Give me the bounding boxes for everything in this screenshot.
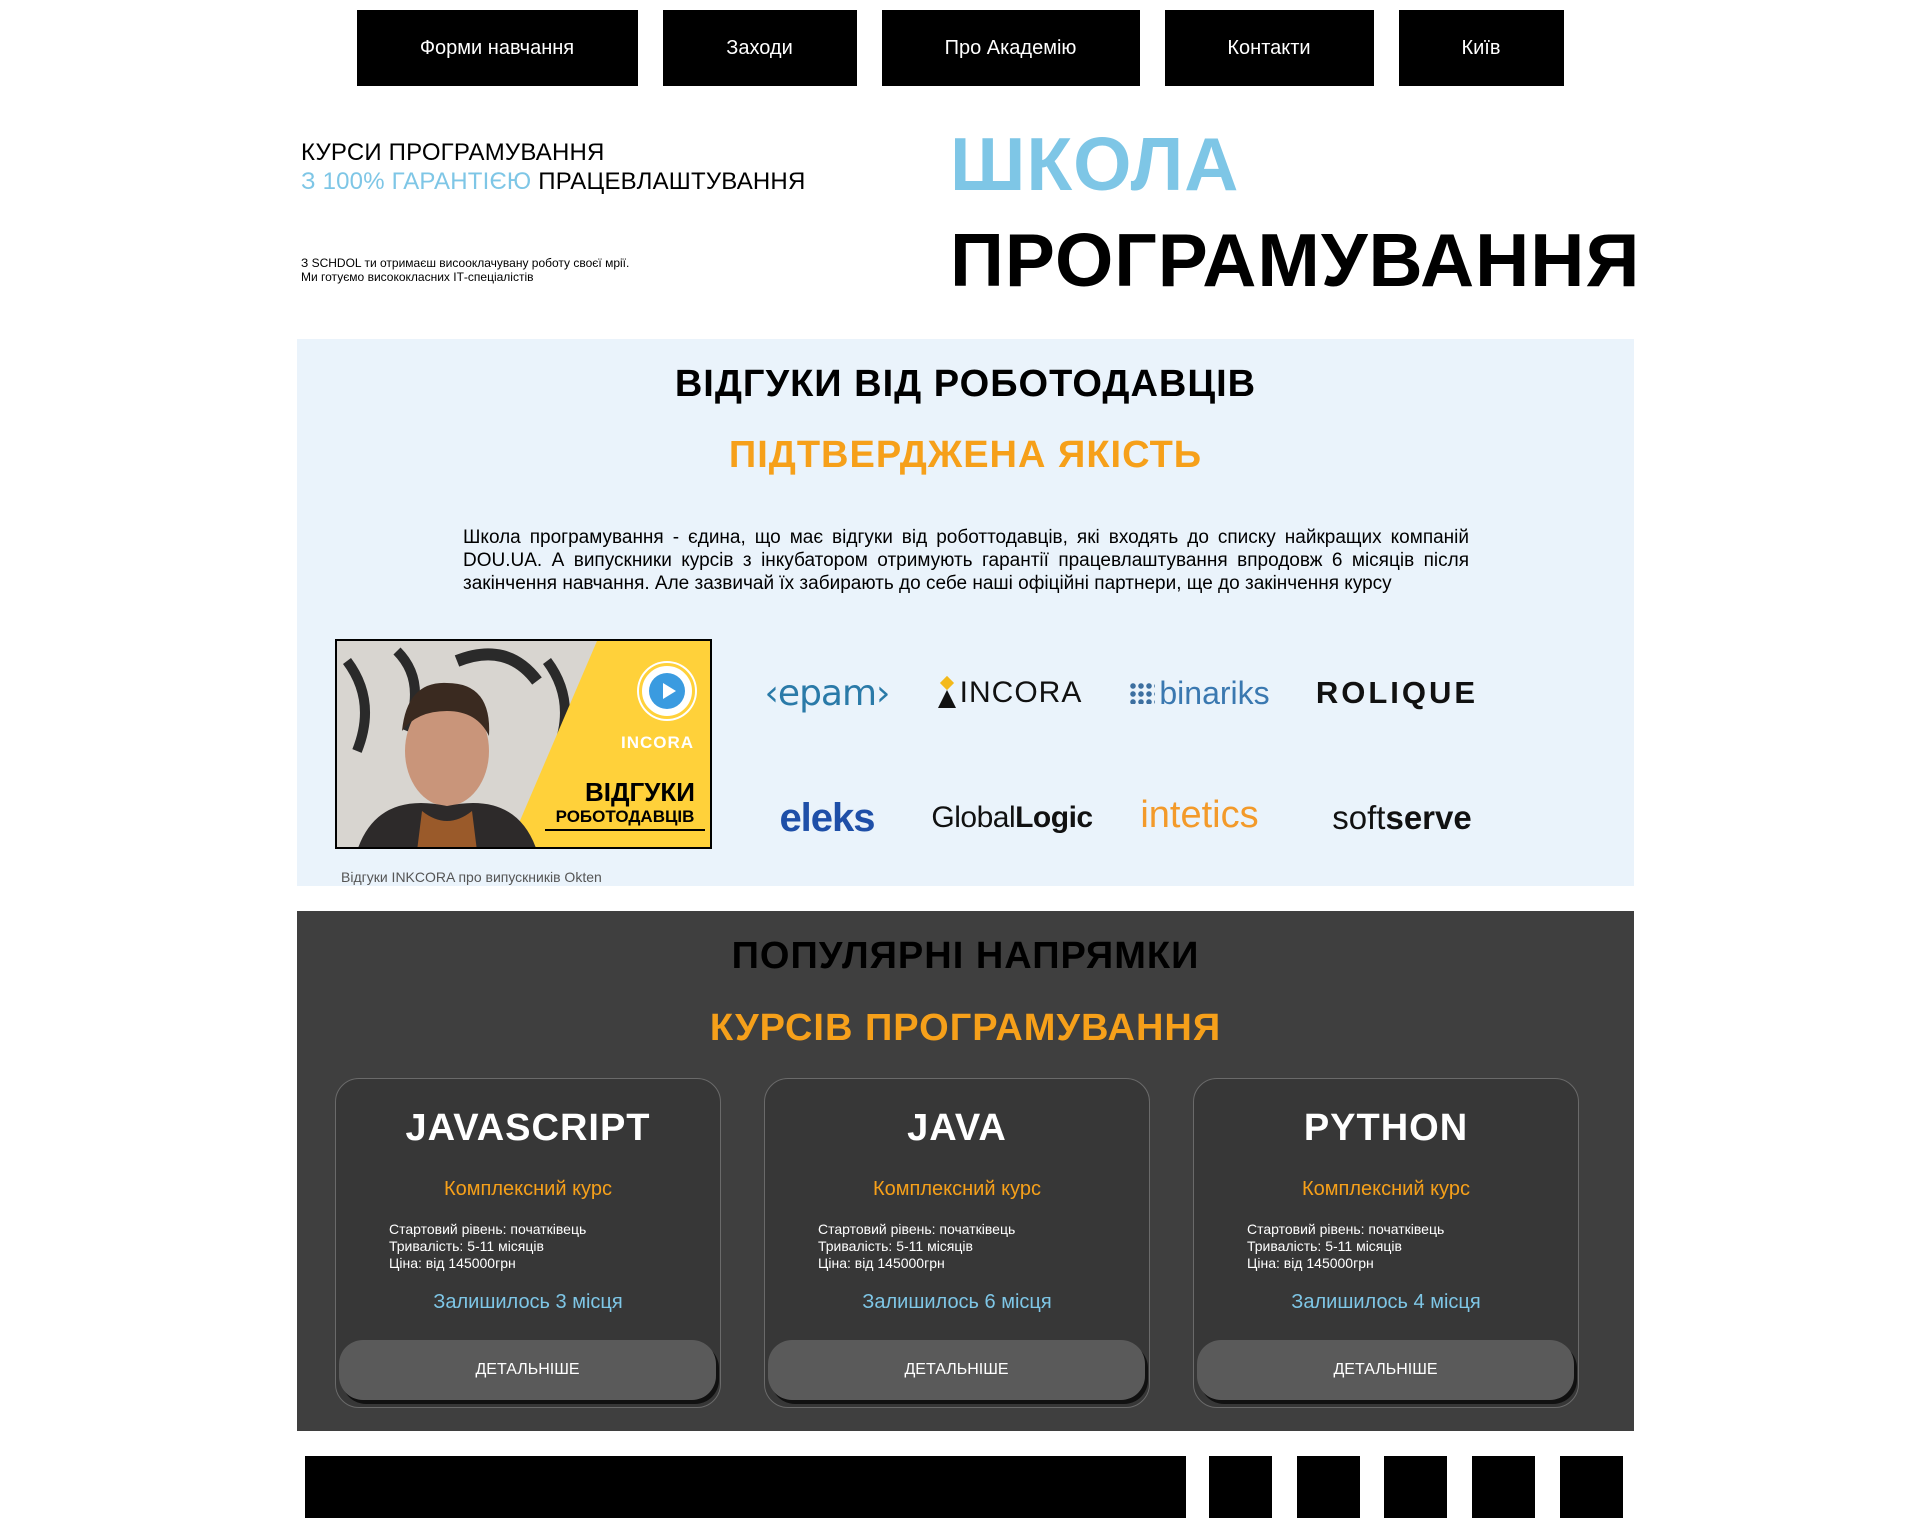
course-name: JAVASCRIPT: [405, 1107, 651, 1149]
footer-block-5[interactable]: [1560, 1456, 1623, 1518]
details-button[interactable]: ДЕТАЛЬНІШЕ: [1197, 1340, 1574, 1400]
course-duration: Тривалість: 5-11 місяців: [1247, 1238, 1402, 1254]
course-price: Ціна: від 145000грн: [1247, 1255, 1374, 1271]
nav-item-about[interactable]: Про Академію: [881, 10, 1140, 86]
hero-description-2: Ми готуємо висококласних ІТ-спеціалістів: [301, 270, 534, 284]
play-icon[interactable]: [639, 663, 695, 719]
course-type: Комплексний курс: [1302, 1178, 1470, 1200]
logo-eleks: eleks: [779, 795, 875, 840]
hero-employment: ПРАЦЕВЛАШТУВАННЯ: [531, 168, 806, 195]
top-nav: Форми навчання Заходи Про Академію Конта…: [0, 10, 1920, 86]
popular-courses-section: ПОПУЛЯРНІ НАПРЯМКИ КУРСІВ ПРОГРАМУВАННЯ …: [297, 911, 1634, 1431]
course-info: Стартовий рівень: початківець Тривалість…: [389, 1221, 586, 1272]
course-level: Стартовий рівень: початківець: [1247, 1221, 1445, 1237]
footer-block-main: [305, 1456, 1186, 1518]
course-card-javascript: JAVASCRIPT Комплексний курс Стартовий рі…: [335, 1078, 721, 1408]
employer-reviews-section: ВІДГУКИ ВІД РОБОТОДАВЦІВ ПІДТВЕРДЖЕНА ЯК…: [297, 339, 1634, 886]
course-name: JAVA: [907, 1107, 1007, 1149]
footer-block-3[interactable]: [1384, 1456, 1447, 1518]
footer-bar: [0, 1456, 1920, 1518]
logo-softserve: softserve: [1332, 799, 1472, 836]
incora-mark-icon: [936, 675, 958, 708]
logo-binariks: binariks: [1112, 663, 1287, 723]
footer-block-1[interactable]: [1209, 1456, 1272, 1518]
hero-description: З SCHDOL ти отримаєш висооклачувану робо…: [301, 256, 629, 284]
course-seats: Залишилось 3 місця: [433, 1291, 623, 1313]
course-duration: Тривалість: 5-11 місяців: [389, 1238, 544, 1254]
courses-title: ПОПУЛЯРНІ НАПРЯМКИ: [731, 935, 1200, 977]
course-type: Комплексний курс: [444, 1178, 612, 1200]
hero-line-2: З 100% ГАРАНТІЄЮ ПРАЦЕВЛАШТУВАННЯ: [301, 167, 806, 196]
footer-block-2[interactable]: [1297, 1456, 1360, 1518]
courses-subtitle: КУРСІВ ПРОГРАМУВАННЯ: [709, 1007, 1222, 1049]
nav-item-forms[interactable]: Форми навчання: [356, 10, 638, 86]
hero-line-1: КУРСИ ПРОГРАМУВАННЯ: [301, 139, 605, 166]
logo-rolique: ROLIQUE: [1315, 675, 1479, 710]
nav-item-city[interactable]: Київ: [1398, 10, 1564, 86]
partner-logos: ‹epam› INCORA binariks ROLIQUE eleks Glo…: [737, 649, 1617, 849]
course-duration: Тривалість: 5-11 місяців: [818, 1238, 973, 1254]
reviews-title: ВІДГУКИ ВІД РОБОТОДАВЦІВ: [674, 363, 1257, 405]
video-caption: Відгуки INKCORA про випускників Okten: [341, 869, 602, 885]
course-info: Стартовий рівень: початківець Тривалість…: [818, 1221, 1015, 1272]
course-seats: Залишилось 4 місця: [1291, 1291, 1481, 1313]
logo-epam: ‹epam›: [764, 672, 891, 714]
hero-guarantee: З 100% ГАРАНТІЄЮ: [301, 168, 532, 195]
course-card-java: JAVA Комплексний курс Стартовий рівень: …: [764, 1078, 1150, 1408]
hero-title-school: ШКОЛА: [950, 122, 1240, 206]
course-card-python: PYTHON Комплексний курс Стартовий рівень…: [1193, 1078, 1579, 1408]
logo-intetics: intetics: [1140, 793, 1259, 836]
nav-item-contacts[interactable]: Контакти: [1164, 10, 1374, 86]
hero-tagline: КУРСИ ПРОГРАМУВАННЯ З 100% ГАРАНТІЄЮ ПРА…: [301, 138, 806, 196]
logo-incora: INCORA: [919, 663, 1099, 723]
nav-item-events[interactable]: Заходи: [662, 10, 857, 86]
video-brand: INCORA: [621, 733, 695, 752]
details-button[interactable]: ДЕТАЛЬНІШЕ: [768, 1340, 1145, 1400]
reviews-subtitle: ПІДТВЕРДЖЕНА ЯКІСТЬ: [728, 434, 1203, 476]
course-type: Комплексний курс: [873, 1178, 1041, 1200]
course-level: Стартовий рівень: початківець: [389, 1221, 587, 1237]
course-level: Стартовий рівень: початківець: [818, 1221, 1016, 1237]
course-info: Стартовий рівень: початківець Тривалість…: [1247, 1221, 1444, 1272]
review-video-thumbnail[interactable]: INCORA ВІДГУКИ РОБОТОДАВЦІВ: [335, 639, 712, 849]
reviews-text: Школа програмування - єдина, що має відг…: [463, 527, 1469, 594]
course-price: Ціна: від 145000грн: [818, 1255, 945, 1271]
course-name: PYTHON: [1303, 1107, 1469, 1149]
details-button[interactable]: ДЕТАЛЬНІШЕ: [339, 1340, 716, 1400]
course-price: Ціна: від 145000грн: [389, 1255, 516, 1271]
hero-title-programming: ПРОГРАМУВАННЯ: [950, 218, 1641, 302]
logo-globallogic: GlobalLogic: [931, 801, 1093, 834]
video-title-1: ВІДГУКИ: [585, 777, 695, 807]
hero-description-1: З SCHDOL ти отримаєш висооклачувану робо…: [301, 256, 630, 270]
hero-title: ШКОЛА ПРОГРАМУВАННЯ: [950, 118, 1640, 310]
course-seats: Залишилось 6 місця: [862, 1291, 1052, 1313]
video-title-2: РОБОТОДАВЦІВ: [545, 807, 705, 831]
footer-block-4[interactable]: [1472, 1456, 1535, 1518]
binariks-dots-icon: [1129, 682, 1156, 704]
